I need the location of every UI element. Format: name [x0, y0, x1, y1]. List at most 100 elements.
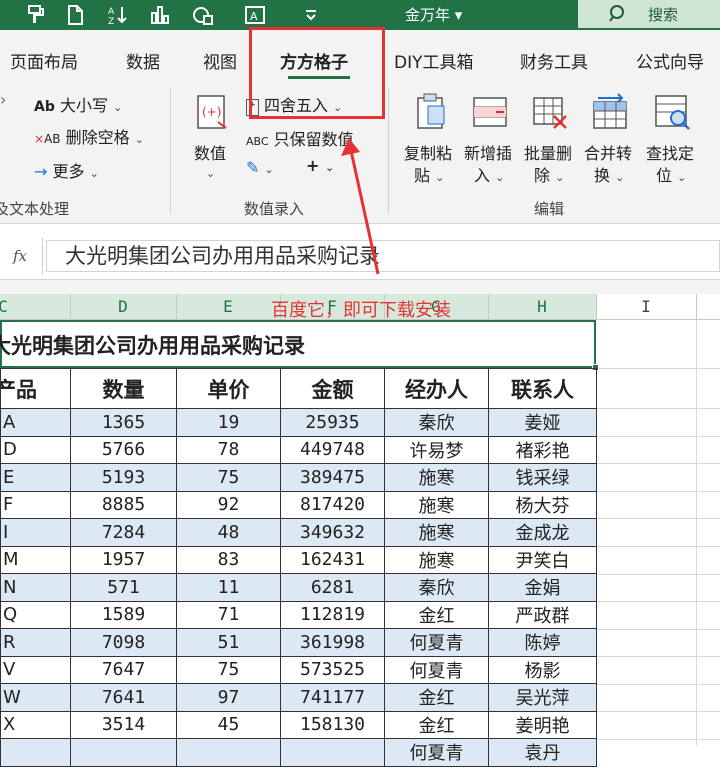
table-cell[interactable]: 7641 [70, 683, 177, 712]
find-locate-icon[interactable] [652, 92, 692, 132]
merge-convert-icon[interactable] [590, 92, 630, 132]
table-cell[interactable]: 尹笑白 [488, 545, 597, 574]
table-cell[interactable]: 1365 [70, 408, 177, 437]
table-cell[interactable]: 钱采绿 [488, 463, 597, 492]
table-cell[interactable]: 449748 [280, 435, 385, 464]
table-cell[interactable]: 7098 [70, 628, 177, 657]
table-cell[interactable]: 秦欣 [384, 408, 489, 437]
table-cell[interactable]: 袁丹 [488, 738, 597, 767]
table-cell[interactable]: 162431 [280, 545, 385, 574]
header-product[interactable]: 产品 [0, 368, 71, 409]
table-cell[interactable]: 741177 [280, 683, 385, 712]
table-cell[interactable]: 金红 [384, 710, 489, 739]
column-header-h[interactable]: H [488, 297, 596, 316]
search-box[interactable]: 搜索 [578, 0, 720, 28]
table-cell[interactable]: 78 [176, 435, 281, 464]
shapes-icon[interactable] [188, 0, 218, 30]
table-cell[interactable]: 571 [70, 573, 177, 602]
sort-az-icon[interactable]: AZ [102, 0, 132, 30]
table-cell[interactable]: X [0, 710, 71, 739]
table-cell[interactable]: 褚彩艳 [488, 435, 597, 464]
header-unit-price[interactable]: 单价 [176, 368, 281, 409]
table-cell[interactable]: F [0, 490, 71, 519]
table-cell[interactable]: 112819 [280, 600, 385, 629]
table-cell[interactable]: 6281 [280, 573, 385, 602]
table-cell[interactable] [0, 738, 71, 767]
table-cell[interactable]: 75 [176, 655, 281, 684]
table-cell[interactable]: M [0, 545, 71, 574]
table-cell[interactable] [176, 738, 281, 767]
format-painter-icon[interactable] [20, 0, 50, 30]
table-cell[interactable]: 51 [176, 628, 281, 657]
tab-data[interactable]: 数据 [126, 48, 160, 73]
header-handler[interactable]: 经办人 [384, 368, 489, 409]
table-cell[interactable]: 349632 [280, 518, 385, 547]
batch-delete-icon[interactable] [530, 92, 570, 132]
value-icon[interactable]: (+) [192, 92, 232, 132]
table-cell[interactable]: N [0, 573, 71, 602]
table-cell[interactable]: 严政群 [488, 600, 597, 629]
table-cell[interactable]: E [0, 463, 71, 492]
table-cell[interactable]: 姜娅 [488, 408, 597, 437]
column-header-c[interactable]: C [0, 297, 10, 316]
table-cell[interactable]: 5766 [70, 435, 177, 464]
table-cell[interactable]: 7647 [70, 655, 177, 684]
table-cell[interactable]: 83 [176, 545, 281, 574]
more-button[interactable]: → 更多 ⌄ [34, 158, 99, 182]
table-cell[interactable]: 25935 [280, 408, 385, 437]
keep-value-button[interactable]: ABC 只保留数值 [246, 126, 354, 150]
table-cell[interactable]: R [0, 628, 71, 657]
table-cell[interactable]: 吴光萍 [488, 683, 597, 712]
table-cell[interactable] [70, 738, 177, 767]
table-cell[interactable]: 施寒 [384, 490, 489, 519]
table-cell[interactable]: 573525 [280, 655, 385, 684]
header-contact[interactable]: 联系人 [488, 368, 597, 409]
fx-icon[interactable]: fx [0, 240, 40, 272]
table-cell[interactable]: 71 [176, 600, 281, 629]
table-cell[interactable]: 5193 [70, 463, 177, 492]
table-cell[interactable]: 何夏青 [384, 655, 489, 684]
table-cell[interactable]: 金红 [384, 600, 489, 629]
clipboard-icon[interactable] [410, 92, 450, 132]
table-cell[interactable]: 姜明艳 [488, 710, 597, 739]
table-cell[interactable]: 何夏青 [384, 738, 489, 767]
document-title[interactable]: 金万年 ▾ [405, 4, 462, 25]
table-cell[interactable]: 施寒 [384, 545, 489, 574]
new-doc-icon[interactable] [60, 0, 90, 30]
value-button[interactable]: 数值 [194, 140, 226, 164]
edit-value-button[interactable]: ✎ ⌄ [246, 158, 274, 177]
remove-space-button[interactable]: ×AB 删除空格 ⌄ [34, 124, 144, 148]
table-cell[interactable]: 许易梦 [384, 435, 489, 464]
header-amount[interactable]: 金额 [280, 368, 385, 409]
table-cell[interactable] [280, 738, 385, 767]
column-header-i[interactable]: I [596, 297, 696, 316]
table-cell[interactable]: 3514 [70, 710, 177, 739]
table-cell[interactable]: W [0, 683, 71, 712]
tab-page-layout[interactable]: 页面布局 [10, 48, 78, 73]
case-button[interactable]: Ab 大小写 ⌄ [34, 92, 122, 116]
new-insert-button[interactable]: 新增插 [464, 140, 512, 164]
column-header-d[interactable]: D [70, 297, 176, 316]
table-cell[interactable]: 何夏青 [384, 628, 489, 657]
textbox-icon[interactable]: A [240, 0, 270, 30]
tab-formula-wizard[interactable]: 公式向导 [636, 48, 704, 73]
tab-finance-tools[interactable]: 财务工具 [520, 48, 588, 73]
table-cell[interactable]: 杨影 [488, 655, 597, 684]
table-cell[interactable]: 金成龙 [488, 518, 597, 547]
table-cell[interactable]: 97 [176, 683, 281, 712]
table-cell[interactable]: A [0, 408, 71, 437]
table-cell[interactable]: 92 [176, 490, 281, 519]
bar-chart-icon[interactable] [145, 0, 175, 30]
table-cell[interactable]: V [0, 655, 71, 684]
table-cell[interactable]: 11 [176, 573, 281, 602]
table-cell[interactable]: 45 [176, 710, 281, 739]
table-cell[interactable]: I [0, 518, 71, 547]
column-header-e[interactable]: E [176, 297, 280, 316]
table-cell[interactable]: 19 [176, 408, 281, 437]
table-cell[interactable]: 陈婷 [488, 628, 597, 657]
table-cell[interactable]: 48 [176, 518, 281, 547]
header-quantity[interactable]: 数量 [70, 368, 177, 409]
table-cell[interactable]: 金娟 [488, 573, 597, 602]
table-cell[interactable]: 施寒 [384, 463, 489, 492]
table-cell[interactable]: 361998 [280, 628, 385, 657]
